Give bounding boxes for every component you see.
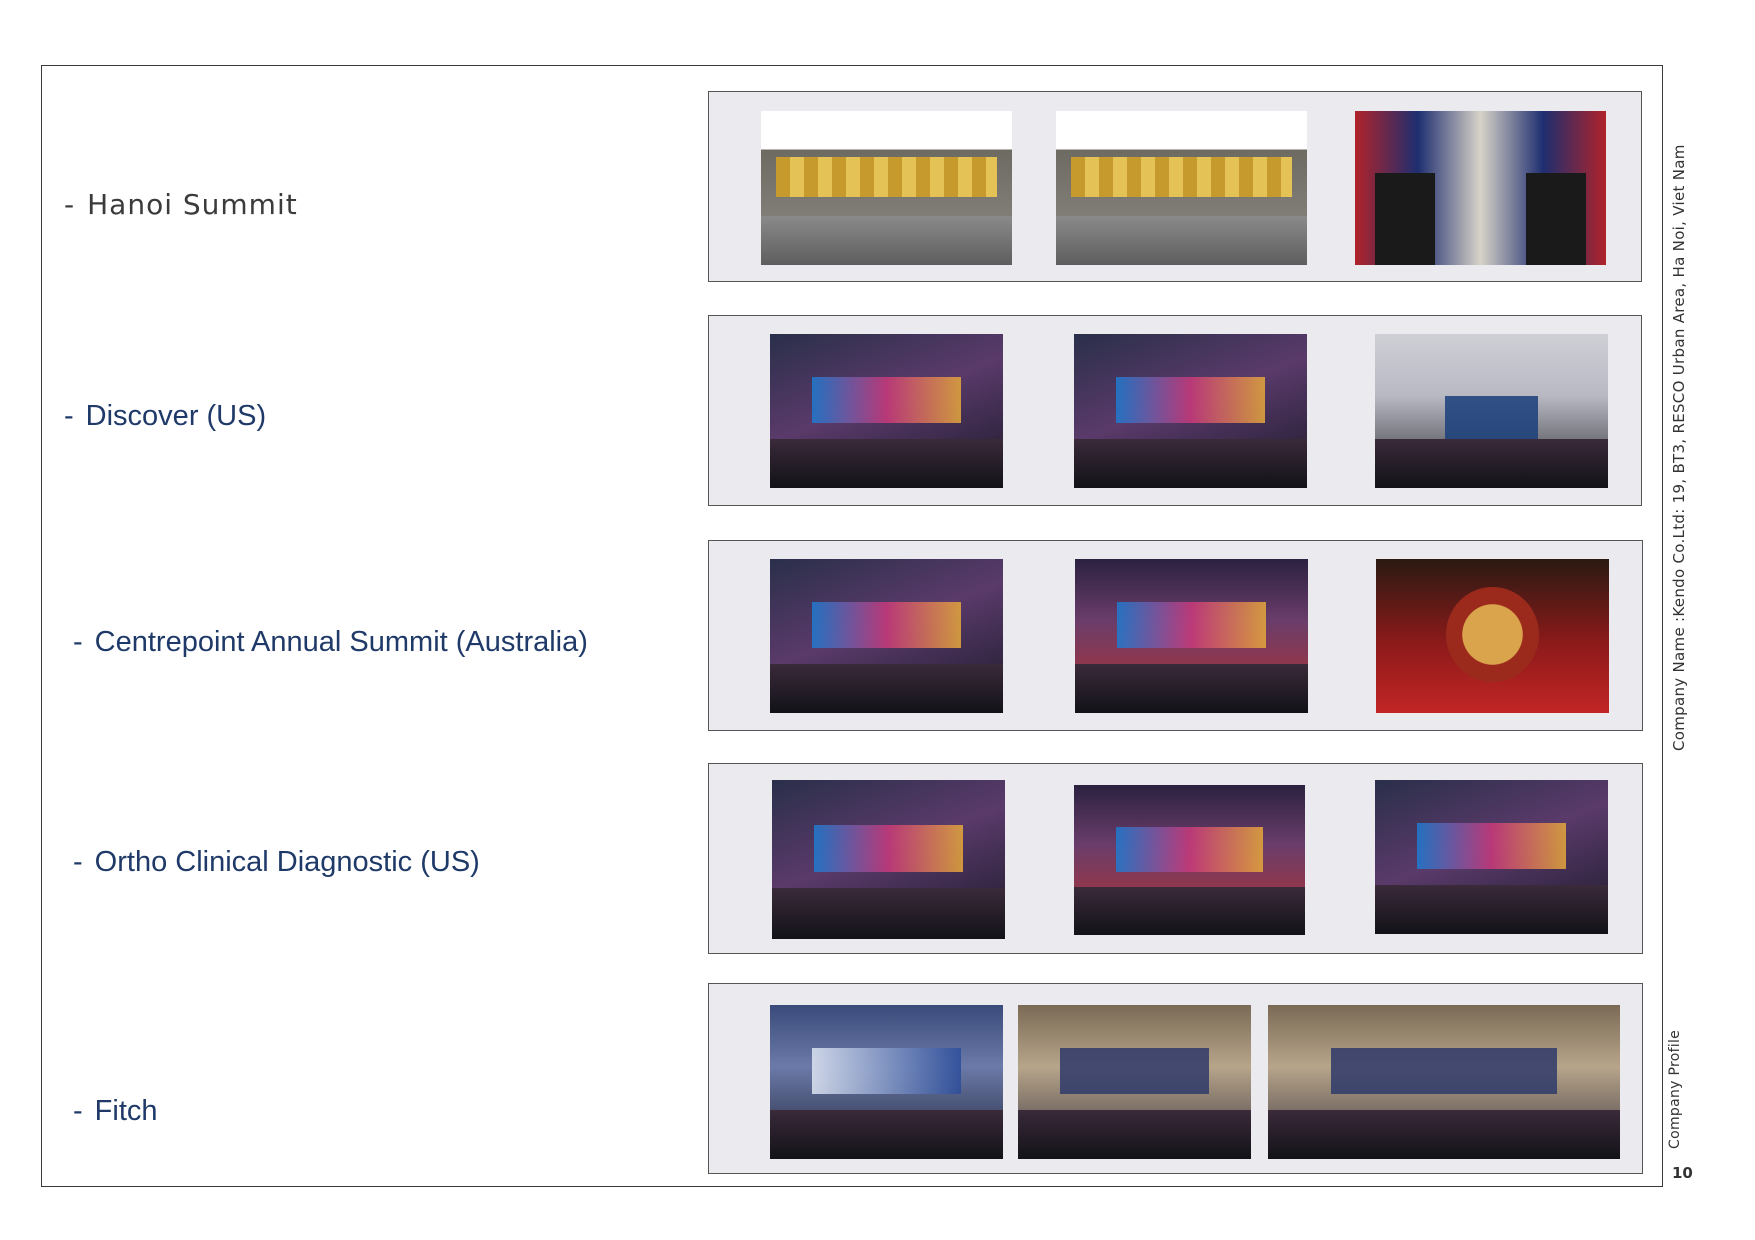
photo-awards-stage — [1375, 780, 1608, 934]
photo-audience-screen — [770, 559, 1003, 713]
photo-strip-ortho — [708, 763, 1643, 954]
photo-fitch-ballroom — [1268, 1005, 1620, 1159]
photo-stage-render-1 — [761, 111, 1012, 265]
section-label-fitch: - Fitch — [73, 1095, 158, 1127]
page-number: 10 — [1672, 1164, 1693, 1182]
photo-dance-performance — [1074, 785, 1305, 935]
photo-fitch-conference — [770, 1005, 1003, 1159]
photo-lantern-banquet — [1075, 559, 1308, 713]
photo-strip-fitch — [708, 983, 1643, 1174]
photo-strip-hanoi-summit — [708, 91, 1642, 282]
section-label-centrepoint: - Centrepoint Annual Summit (Australia) — [73, 626, 588, 658]
photo-strip-discover — [708, 315, 1642, 506]
photo-strip-centrepoint — [708, 540, 1643, 731]
photo-red-backdrop — [1376, 559, 1609, 713]
photo-stage-speaker — [772, 780, 1005, 939]
photo-fitch-speaker — [1018, 1005, 1251, 1159]
section-label-ortho: - Ortho Clinical Diagnostic (US) — [73, 846, 480, 878]
section-label-hanoi-summit: - Hanoi Summit — [64, 188, 298, 221]
section-label-discover: - Discover (US) — [64, 400, 267, 432]
photo-av-control-desk — [1375, 334, 1608, 488]
photo-summit-meeting — [1355, 111, 1606, 265]
company-profile-text: Company Profile — [1667, 1029, 1683, 1149]
company-address-text: Company Name :Kendo Co.Ltd: 19, BT3, RES… — [1670, 144, 1688, 751]
photo-ballroom-presentation — [1074, 334, 1307, 488]
photo-conference-stage — [770, 334, 1003, 488]
photo-stage-render-2 — [1056, 111, 1307, 265]
